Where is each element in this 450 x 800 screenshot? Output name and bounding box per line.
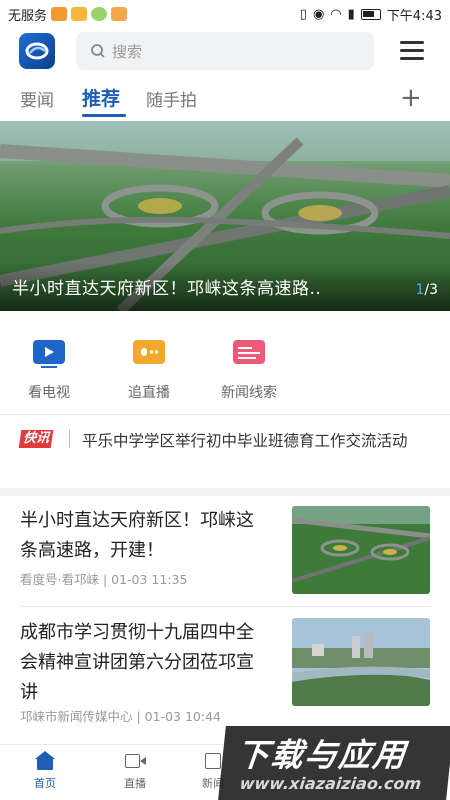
nav-label: 首页 — [34, 777, 56, 790]
tv-icon — [33, 340, 65, 368]
shortcut-label: 追直播 — [128, 385, 170, 401]
status-bar: 无服务 ▯ ◉ ◠ ▮ 下午4:43 — [0, 0, 450, 28]
shortcut-label: 新闻线索 — [221, 385, 277, 401]
menu-icon[interactable] — [398, 38, 426, 64]
channel-tabs: 要闻 推荐 随手拍 + — [0, 80, 450, 120]
logo-icon — [25, 42, 49, 60]
banner-page-total: /3 — [424, 282, 438, 298]
app-logo[interactable] — [19, 33, 55, 69]
banner-title[interactable]: 半小时直达天府新区！邛崃这条高速路.. — [12, 274, 321, 299]
tab-snapshot[interactable]: 随手拍 — [146, 86, 197, 111]
flash-news[interactable]: 快讯 平乐中学学区举行初中毕业班德育工作交流活动 — [0, 424, 450, 486]
watermark-url: www.xiazaiziao.com — [238, 774, 423, 793]
news-item[interactable]: 成都市学习贯彻十九届四中全会精神宣讲团第六分团莅邛宣讲 邛崃市新闻传媒中心 | … — [0, 608, 450, 724]
watermark-main: 下载与应用 — [234, 736, 409, 774]
nav-label: 直播 — [124, 777, 146, 790]
active-tab-indicator — [82, 114, 126, 117]
nav-live[interactable]: 直播 — [105, 751, 165, 791]
shortcut-news-lead[interactable]: 新闻线索 — [214, 332, 284, 402]
live-icon — [133, 340, 165, 364]
wechat-icon — [91, 7, 108, 21]
signal-icon: ▮ — [347, 6, 355, 22]
add-channel-icon[interactable]: + — [400, 83, 422, 113]
notification-icon — [51, 7, 68, 21]
banner-carousel[interactable]: 半小时直达天府新区！邛崃这条高速路.. 1/3 — [0, 121, 450, 311]
home-icon — [34, 751, 56, 771]
news-lead-icon — [233, 340, 265, 364]
divider — [20, 606, 430, 607]
flash-separator — [69, 430, 70, 448]
news-thumbnail-image — [292, 506, 430, 594]
news-meta: 邛崃市新闻传媒中心 | 01-03 10:44 — [20, 709, 221, 724]
watermark: 下载与应用 www.xiazaiziao.com — [218, 726, 450, 800]
nav-home[interactable]: 首页 — [15, 751, 75, 791]
carrier-text: 无服务 — [8, 8, 48, 24]
divider — [0, 414, 450, 415]
search-placeholder: 搜索 — [112, 42, 143, 61]
flash-tag: 快讯 — [18, 430, 54, 448]
shortcut-live[interactable]: 追直播 — [114, 332, 184, 402]
news-item[interactable]: 半小时直达天府新区！邛崃这条高速路，开建！ 看度号·看邛崃 | 01-03 11… — [0, 496, 450, 602]
wifi-icon: ◠ — [330, 6, 342, 22]
news-title[interactable]: 成都市学习贯彻十九届四中全会精神宣讲团第六分团莅邛宣讲 — [20, 618, 270, 708]
clock-time: 下午4:43 — [386, 8, 442, 24]
news-thumbnail[interactable] — [292, 506, 430, 594]
shortcut-label: 看电视 — [28, 385, 70, 401]
news-title[interactable]: 半小时直达天府新区！邛崃这条高速路，开建！ — [20, 506, 270, 566]
video-icon — [124, 751, 146, 771]
battery-icon — [360, 8, 381, 20]
search-bar[interactable]: 搜索 — [76, 32, 374, 70]
tab-yaowen[interactable]: 要闻 — [20, 86, 54, 111]
tab-recommend[interactable]: 推荐 — [82, 84, 120, 111]
section-gap — [0, 488, 450, 496]
flash-text[interactable]: 平乐中学学区举行初中毕业班德育工作交流活动 — [82, 426, 434, 456]
news-thumbnail-image — [292, 618, 430, 706]
news-thumbnail[interactable] — [292, 618, 430, 706]
app-header: 搜索 — [0, 30, 450, 74]
banner-page-indicator: 1/3 — [415, 282, 438, 298]
search-icon — [91, 44, 105, 58]
notification-icon — [111, 7, 128, 21]
eye-icon: ◉ — [312, 6, 325, 22]
shortcut-row: 看电视 追直播 新闻线索 — [0, 322, 450, 408]
news-meta: 看度号·看邛崃 | 01-03 11:35 — [20, 572, 188, 587]
notification-icon — [71, 7, 88, 21]
vibrate-icon: ▯ — [299, 6, 307, 22]
shortcut-watch-tv[interactable]: 看电视 — [14, 332, 84, 402]
